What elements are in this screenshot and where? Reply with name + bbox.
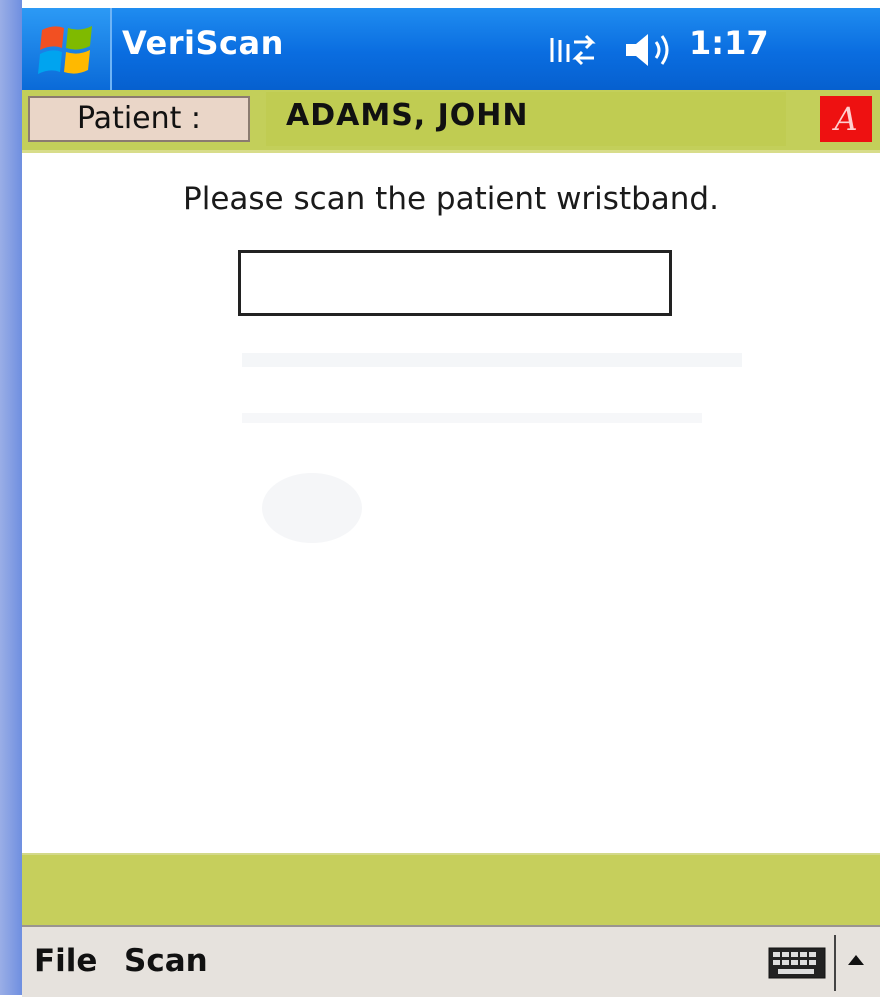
alert-badge[interactable]: A (820, 96, 872, 142)
menu-scan[interactable]: Scan (124, 943, 208, 979)
background-artifact (242, 353, 742, 367)
start-button[interactable] (22, 8, 112, 90)
scan-prompt: Please scan the patient wristband. (183, 181, 719, 217)
menu-file[interactable]: File (34, 943, 97, 979)
connectivity-arrows-icon[interactable] (542, 30, 602, 74)
wristband-scan-input[interactable] (238, 250, 672, 316)
window-right-edge (880, 0, 886, 995)
background-artifact (262, 473, 362, 543)
main-content: Please scan the patient wristband. (22, 153, 880, 853)
menu-divider (834, 935, 836, 991)
window-left-edge (0, 0, 22, 995)
patient-name: ADAMS, JOHN (286, 98, 529, 133)
title-bar: VeriScan 1:17 (22, 8, 880, 90)
background-artifact (242, 413, 702, 423)
patient-bar: Patient : ADAMS, JOHN A (22, 90, 880, 153)
status-band (22, 853, 880, 927)
clock[interactable]: 1:17 (689, 24, 769, 62)
menu-bar: File Scan (22, 925, 880, 997)
windows-flag-icon (38, 26, 92, 74)
up-arrow-icon[interactable] (844, 949, 868, 977)
app-title: VeriScan (122, 24, 284, 62)
speaker-icon[interactable] (618, 28, 678, 76)
keyboard-icon[interactable] (768, 947, 826, 983)
patient-name-panel: ADAMS, JOHN (266, 92, 786, 146)
patient-button[interactable]: Patient : (28, 96, 250, 142)
